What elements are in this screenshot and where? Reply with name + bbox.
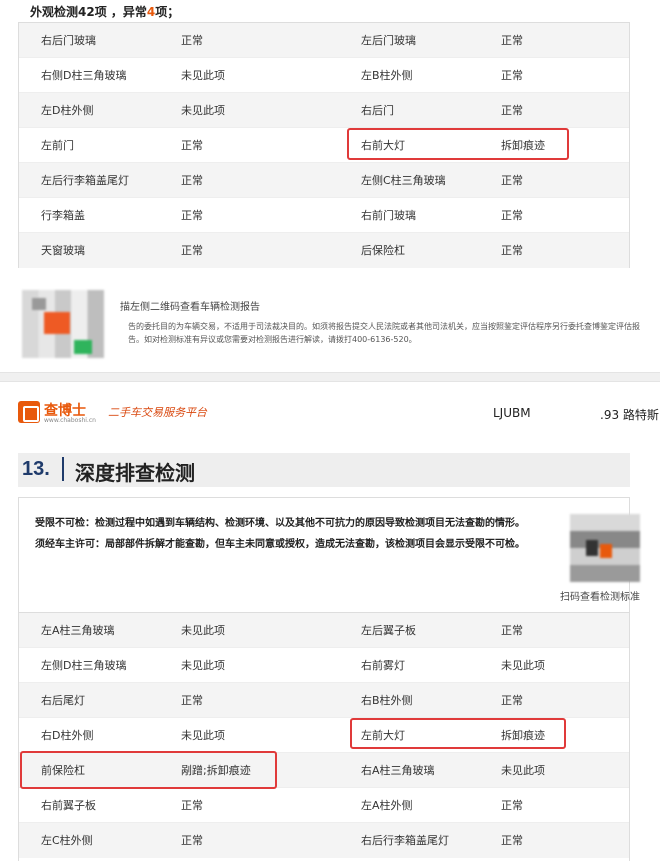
- qr-caption: 描左侧二维码查看车辆检测报告: [120, 302, 260, 313]
- table-row: 左侧D柱三角玻璃 未见此项 右前雾灯 未见此项: [19, 648, 629, 683]
- report-disclaimer: 告的委托目的为车辆交易，不适用于司法裁决目的。如须将报告提交人民法院或者其他司法…: [128, 322, 640, 344]
- qr-code-image: [570, 514, 640, 582]
- qr-code-image: [22, 290, 104, 358]
- item-result: 正常: [501, 174, 523, 187]
- table-row: 左C柱外侧 正常 右后行李箱盖尾灯 正常: [19, 823, 629, 858]
- item-result: 正常: [181, 139, 203, 152]
- brand-logo-icon: [18, 401, 40, 423]
- item-name: 后保险杠: [361, 244, 405, 257]
- table-row: 左A柱三角玻璃 未见此项 左后翼子板 正常: [19, 613, 629, 648]
- item-name: 右后行李箱盖尾灯: [361, 834, 449, 847]
- table-row: 右后门玻璃 正常 左后门玻璃 正常: [19, 23, 629, 58]
- item-name: 左D柱外侧: [41, 104, 94, 117]
- item-name: 行李箱盖: [41, 209, 85, 222]
- item-result: 正常: [501, 34, 523, 47]
- item-result: 正常: [181, 34, 203, 47]
- page-divider: [0, 372, 660, 382]
- item-name: 左后门玻璃: [361, 34, 416, 47]
- item-name: 左B柱外侧: [361, 69, 413, 82]
- item-name: 右后门: [361, 104, 394, 117]
- note-owner-permission: 须经车主许可：局部部件拆解才能查勘，但车主未同意或授权，造成无法查勘，该检测项目…: [35, 539, 525, 550]
- item-result: 未见此项: [501, 659, 545, 672]
- table-row: 左后行李箱盖尾灯 正常 左侧C柱三角玻璃 正常: [19, 163, 629, 198]
- inspection-summary: 外观检测42项 ，异常4项；: [30, 3, 179, 20]
- section-notes: 受限不可检：检测过程中如遇到车辆结构、检测环境、以及其他不可抗力的原因导致检测项…: [18, 497, 630, 612]
- item-result: 正常: [181, 834, 203, 847]
- item-name: 左前门: [41, 139, 74, 152]
- item-result: 未见此项: [181, 69, 225, 82]
- item-result: 正常: [501, 834, 523, 847]
- item-name: 左C柱外侧: [41, 834, 93, 847]
- item-name: 右侧D柱三角玻璃: [41, 69, 127, 82]
- item-name: 左侧D柱三角玻璃: [41, 659, 127, 672]
- item-result: 正常: [181, 694, 203, 707]
- item-name: 左A柱三角玻璃: [41, 624, 115, 637]
- item-name: 右B柱外侧: [361, 694, 413, 707]
- vin-number: LJUBM: [493, 406, 531, 420]
- item-result: 正常: [501, 104, 523, 117]
- summary-text: 外观检测42项 ，异常: [30, 5, 147, 19]
- brand-slogan: 二手车交易服务平台: [108, 406, 207, 419]
- item-name: 天窗玻璃: [41, 244, 85, 257]
- item-result: 未见此项: [181, 624, 225, 637]
- highlight-box: [20, 751, 277, 789]
- item-result: 正常: [181, 799, 203, 812]
- item-name: 右后尾灯: [41, 694, 85, 707]
- item-result: 正常: [181, 209, 203, 222]
- item-result: 正常: [501, 694, 523, 707]
- item-result: 正常: [181, 244, 203, 257]
- table-row: 右侧D柱三角玻璃 未见此项 左B柱外侧 正常: [19, 58, 629, 93]
- item-result: 正常: [501, 624, 523, 637]
- item-result: 正常: [501, 799, 523, 812]
- table-row: 行李箱盖 正常 右前门玻璃 正常: [19, 198, 629, 233]
- qr-caption: 扫码查看检测标准: [560, 592, 640, 603]
- item-name: 右前雾灯: [361, 659, 405, 672]
- section-separator: [62, 457, 64, 481]
- summary-suffix: 项；: [155, 5, 180, 19]
- item-name: 右后门玻璃: [41, 34, 96, 47]
- item-name: 左后翼子板: [361, 624, 416, 637]
- section-title: 深度排查检测: [75, 461, 195, 485]
- note-restricted: 受限不可检：检测过程中如遇到车辆结构、检测环境、以及其他不可抗力的原因导致检测项…: [35, 518, 525, 529]
- item-name: 左A柱外侧: [361, 799, 413, 812]
- item-name: 右前门玻璃: [361, 209, 416, 222]
- item-result: 正常: [501, 209, 523, 222]
- highlight-box: [347, 128, 569, 160]
- section-number: 13.: [22, 458, 50, 480]
- table-row: 左D柱外侧 未见此项 右后门 正常: [19, 93, 629, 128]
- car-model: .93 路特斯: [600, 408, 659, 422]
- item-result: 正常: [181, 174, 203, 187]
- item-result: 未见此项: [181, 104, 225, 117]
- highlight-box: [350, 718, 566, 749]
- table-row: 天窗玻璃 正常 后保险杠 正常: [19, 233, 629, 268]
- table-row: 右前翼子板 正常 左A柱外侧 正常: [19, 788, 629, 823]
- table-row: 右后尾灯 正常 右B柱外侧 正常: [19, 683, 629, 718]
- item-name: 右A柱三角玻璃: [361, 764, 435, 777]
- abnormal-count: 4: [146, 5, 156, 19]
- item-result: 正常: [501, 69, 523, 82]
- item-result: 未见此项: [181, 659, 225, 672]
- item-result: 未见此项: [501, 764, 545, 777]
- brand-url: www.chaboshi.cn: [44, 417, 96, 424]
- item-result: 正常: [501, 244, 523, 257]
- item-name: 左后行李箱盖尾灯: [41, 174, 129, 187]
- item-name: 右前翼子板: [41, 799, 96, 812]
- item-name: 右D柱外侧: [41, 729, 94, 742]
- item-result: 未见此项: [181, 729, 225, 742]
- item-name: 左侧C柱三角玻璃: [361, 174, 446, 187]
